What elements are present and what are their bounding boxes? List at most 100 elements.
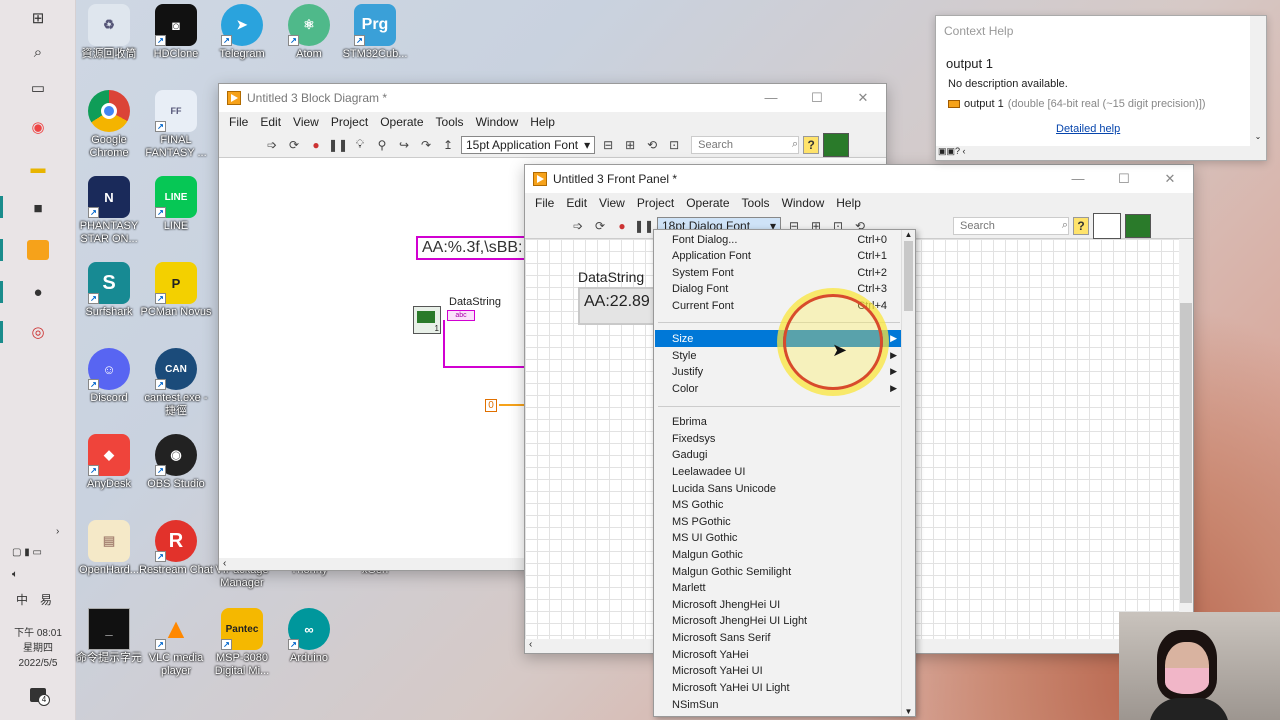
vi-node-icon[interactable]: 1 [413, 306, 441, 334]
menu-scrollbar[interactable]: ▲ ▼ [901, 230, 915, 716]
maximize-button[interactable]: ☐ [794, 90, 840, 106]
menu-file[interactable]: File [529, 196, 560, 210]
menu-item-color[interactable]: Color ▶ [655, 380, 901, 397]
stm32cube-shortcut[interactable]: Prg ↗ STM32Cub... [338, 4, 412, 61]
openhardware-shortcut[interactable]: ▤ OpenHard... [72, 520, 146, 577]
search-input[interactable]: Search ⌕ [691, 135, 800, 154]
labview-taskbar-icon[interactable] [27, 240, 49, 260]
menu-item-application-font[interactable]: Application Font Ctrl+1 [655, 247, 901, 264]
tray-icons[interactable]: ▢ ▮ ▭ [12, 548, 42, 558]
recycle-bin-shortcut[interactable]: ♻ 資源回收筒 [72, 4, 146, 61]
minimize-button[interactable]: — [748, 90, 794, 106]
obs-taskbar-icon[interactable]: ● [28, 282, 48, 302]
font-item[interactable]: MS Gothic [655, 496, 901, 513]
font-item[interactable]: Microsoft YaHei UI [655, 662, 901, 679]
close-button[interactable]: ✕ [1147, 171, 1193, 187]
menu-item-dialog-font[interactable]: Dialog Font Ctrl+3 [655, 280, 901, 297]
file-explorer-icon[interactable]: ▬ [28, 158, 48, 178]
menu-tools[interactable]: Tools [430, 115, 470, 129]
run-arrow-icon[interactable]: ➩ [263, 136, 281, 154]
menu-tools[interactable]: Tools [736, 196, 776, 210]
font-item[interactable]: Ebrima [655, 413, 901, 430]
anydesk-shortcut[interactable]: ◆ ↗ AnyDesk [72, 434, 146, 491]
font-item[interactable]: Microsoft YaHei [655, 646, 901, 663]
context-help-button[interactable]: ? [803, 135, 820, 154]
menu-item-system-font[interactable]: System Font Ctrl+2 [655, 264, 901, 281]
restream-chat-shortcut[interactable]: R ↗ Restream Chat [139, 520, 213, 577]
abort-icon[interactable]: ● [307, 136, 325, 154]
windows-start-icon[interactable]: ⊞ [28, 8, 48, 28]
close-button[interactable]: ✕ [840, 90, 886, 106]
run-arrow-icon[interactable]: ➩ [569, 217, 587, 235]
horizontal-scrollbar[interactable]: ‹ [219, 558, 525, 570]
menu-project[interactable]: Project [631, 196, 680, 210]
menu-operate[interactable]: Operate [680, 196, 735, 210]
pause-icon[interactable]: ❚❚ [328, 136, 348, 154]
scroll-left-icon[interactable]: ‹ [963, 146, 966, 156]
volume-icon[interactable]: 🔈︎ [12, 570, 18, 580]
step-into-icon[interactable]: ↪ [395, 136, 413, 154]
font-item[interactable]: Microsoft Sans Serif [655, 629, 901, 646]
media-taskbar-icon[interactable]: ◎ [28, 322, 48, 342]
menu-edit[interactable]: Edit [560, 196, 593, 210]
menu-help[interactable]: Help [830, 196, 867, 210]
msp3080-shortcut[interactable]: Pantec ↗ MSP-3080 Digital Mi... [205, 608, 279, 678]
menu-operate[interactable]: Operate [374, 115, 429, 129]
align-icon[interactable]: ⊟ [599, 136, 617, 154]
font-item[interactable]: Lucida Sans Unicode [655, 480, 901, 497]
step-over-icon[interactable]: ↷ [417, 136, 435, 154]
menu-view[interactable]: View [593, 196, 631, 210]
vi-icon[interactable] [823, 132, 850, 157]
menu-help[interactable]: Help [524, 115, 561, 129]
cleanup-icon[interactable]: ⊡ [665, 136, 683, 154]
font-item[interactable]: Fixedsys [655, 430, 901, 447]
scroll-thumb[interactable] [904, 241, 913, 311]
menu-item-font-dialog[interactable]: Font Dialog... Ctrl+0 [655, 231, 901, 248]
scroll-down-icon[interactable]: ▼ [902, 707, 915, 716]
highlight-bulb-icon[interactable]: 💡︎ [351, 136, 369, 154]
vi-icon[interactable] [1125, 213, 1151, 238]
vertical-scrollbar[interactable] [1179, 239, 1193, 639]
font-item[interactable]: Microsoft JhengHei UI Light [655, 612, 901, 629]
menu-window[interactable]: Window [470, 115, 525, 129]
atom-shortcut[interactable]: ⚛ ↗ Atom [272, 4, 346, 61]
pause-icon[interactable]: ❚❚ [634, 217, 654, 235]
app-taskbar-icon[interactable]: ■ [28, 198, 48, 218]
chrome-taskbar-icon[interactable]: ◉ [28, 117, 48, 137]
front-panel-titlebar[interactable]: Untitled 3 Front Panel * — ☐ ✕ [525, 165, 1193, 193]
font-item[interactable]: Leelawadee UI [655, 463, 901, 480]
discord-shortcut[interactable]: ☺ ↗ Discord [72, 348, 146, 405]
context-help-button[interactable]: ? [1073, 216, 1089, 235]
block-diagram-titlebar[interactable]: Untitled 3 Block Diagram * — ☐ ✕ [219, 84, 886, 112]
line-shortcut[interactable]: LINE ↗ LINE [139, 176, 213, 233]
maximize-button[interactable]: ☐ [1101, 171, 1147, 187]
chrome-shortcut[interactable]: Google Chrome [72, 90, 146, 160]
cmd-shortcut[interactable]: _ 命令提示字元 [72, 608, 146, 665]
menu-window[interactable]: Window [776, 196, 831, 210]
obs-studio-shortcut[interactable]: ◉ ↗ OBS Studio [139, 434, 213, 491]
reorder-icon[interactable]: ⟲ [643, 136, 661, 154]
format-string-constant[interactable]: AA:%.3f,\sBB: [416, 236, 526, 260]
search-icon[interactable]: ⌕ [28, 42, 48, 62]
hdclone-shortcut[interactable]: ◙ ↗ HDClone [139, 4, 213, 61]
datastring-indicator[interactable]: AA:22.89 [578, 287, 658, 325]
run-continuous-icon[interactable]: ⟳ [285, 136, 303, 154]
connector-pane-icon[interactable] [1093, 212, 1121, 239]
clock[interactable]: 下午 08:01 星期四 2022/5/5 [6, 626, 70, 671]
font-item[interactable]: Gadugi [655, 446, 901, 463]
font-item[interactable]: Marlett [655, 579, 901, 596]
ime-mode[interactable]: 易 [40, 594, 52, 606]
run-continuous-icon[interactable]: ⟳ [591, 217, 609, 235]
font-item[interactable]: MS UI Gothic [655, 529, 901, 546]
menu-project[interactable]: Project [325, 115, 374, 129]
search-input[interactable]: Search ⌕ [953, 216, 1069, 235]
detailed-help-link[interactable]: Detailed help [1056, 123, 1120, 135]
task-view-icon[interactable]: ▭ [28, 78, 48, 98]
font-item[interactable]: Malgun Gothic [655, 546, 901, 563]
vertical-scrollbar[interactable]: ⌄ [1250, 16, 1266, 146]
ime-indicator[interactable]: 中 [16, 594, 28, 606]
distribute-icon[interactable]: ⊞ [621, 136, 639, 154]
cantest-shortcut[interactable]: CAN ↗ cantest.exe - 捷徑 [139, 348, 213, 418]
telegram-shortcut[interactable]: ➤ ↗ Telegram [205, 4, 279, 61]
abort-icon[interactable]: ● [613, 217, 631, 235]
